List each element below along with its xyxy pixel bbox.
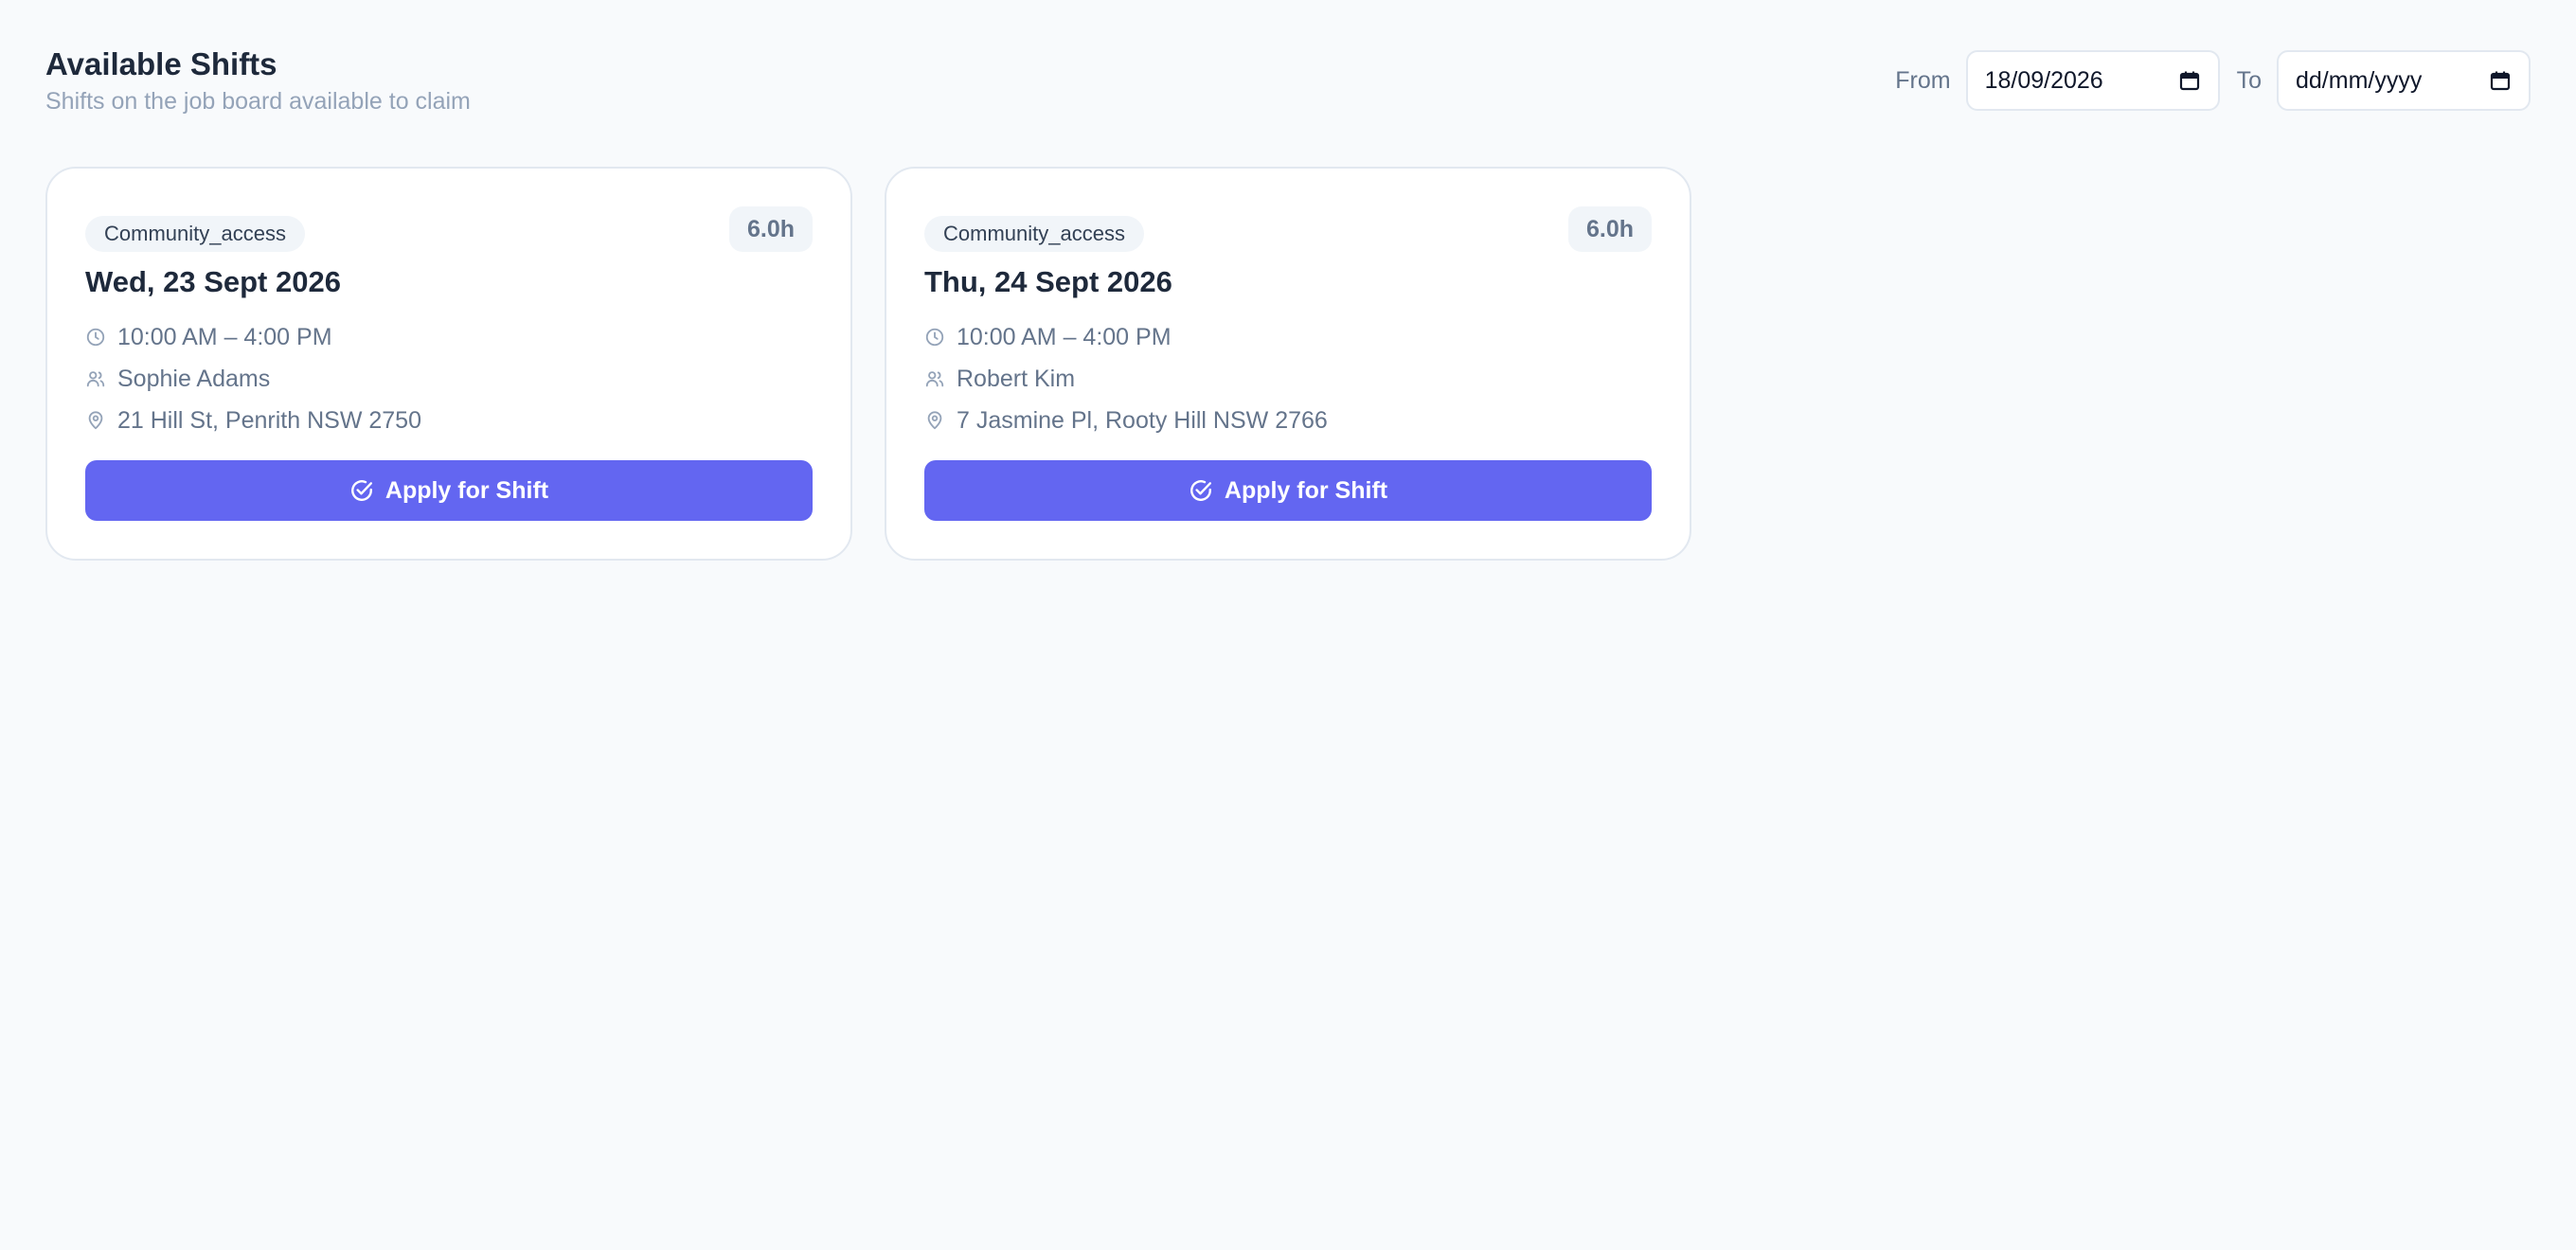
shift-date: Wed, 23 Sept 2026 xyxy=(85,265,341,298)
page: Available Shifts Shifts on the job board… xyxy=(0,0,2576,1250)
shift-type-badge: Community_access xyxy=(924,216,1144,252)
calendar-icon[interactable] xyxy=(2489,69,2512,92)
shift-address: 7 Jasmine Pl, Rooty Hill NSW 2766 xyxy=(957,406,1328,434)
apply-button-label: Apply for Shift xyxy=(385,476,549,504)
to-date-input[interactable]: dd/mm/yyyy xyxy=(2277,50,2531,111)
from-date-input[interactable]: 18/09/2026 xyxy=(1965,50,2220,111)
clock-icon xyxy=(925,328,944,347)
users-icon xyxy=(86,371,105,387)
from-label: From xyxy=(1895,67,1951,94)
page-subtitle: Shifts on the job board available to cla… xyxy=(45,88,471,115)
shift-details: 10:00 AM – 4:00 PM Sophie Adams 21 Hill … xyxy=(85,316,813,441)
map-pin-icon xyxy=(88,411,103,430)
shift-client-row: Sophie Adams xyxy=(85,358,813,400)
shift-client-row: Robert Kim xyxy=(924,358,1652,400)
from-date-value: 18/09/2026 xyxy=(1984,66,2103,94)
shift-details: 10:00 AM – 4:00 PM Robert Kim 7 Jasmine … xyxy=(924,316,1652,441)
shift-client: Sophie Adams xyxy=(117,365,271,392)
users-icon xyxy=(925,371,944,387)
shift-type-badge: Community_access xyxy=(85,216,305,252)
check-circle-icon xyxy=(1190,480,1211,501)
shift-client: Robert Kim xyxy=(957,365,1076,392)
clock-icon xyxy=(86,328,105,347)
apply-button-label: Apply for Shift xyxy=(1224,476,1388,504)
page-title: Available Shifts xyxy=(45,46,277,81)
date-range-filter: From 18/09/2026 To dd/mm/yyyy xyxy=(1895,50,2531,111)
to-date-value: dd/mm/yyyy xyxy=(2296,66,2423,94)
calendar-icon[interactable] xyxy=(2178,69,2201,92)
shift-hours-badge: 6.0h xyxy=(728,206,813,252)
page-header: Available Shifts Shifts on the job board… xyxy=(45,44,471,117)
shift-address: 21 Hill St, Penrith NSW 2750 xyxy=(117,406,421,434)
shift-date: Thu, 24 Sept 2026 xyxy=(924,265,1172,298)
shift-time-row: 10:00 AM – 4:00 PM xyxy=(85,316,813,358)
shift-hours-badge: 6.0h xyxy=(1567,206,1652,252)
shift-time: 10:00 AM – 4:00 PM xyxy=(957,323,1172,350)
apply-for-shift-button[interactable]: Apply for Shift xyxy=(85,460,813,521)
shift-time-row: 10:00 AM – 4:00 PM xyxy=(924,316,1652,358)
shift-location-row: 21 Hill St, Penrith NSW 2750 xyxy=(85,400,813,441)
map-pin-icon xyxy=(927,411,942,430)
shift-card: Community_access 6.0h Wed, 23 Sept 2026 … xyxy=(45,167,852,561)
check-circle-icon xyxy=(350,480,372,501)
apply-for-shift-button[interactable]: Apply for Shift xyxy=(924,460,1652,521)
shift-card-list: Community_access 6.0h Wed, 23 Sept 2026 … xyxy=(45,167,1691,561)
shift-location-row: 7 Jasmine Pl, Rooty Hill NSW 2766 xyxy=(924,400,1652,441)
shift-time: 10:00 AM – 4:00 PM xyxy=(117,323,332,350)
shift-card: Community_access 6.0h Thu, 24 Sept 2026 … xyxy=(885,167,1691,561)
to-label: To xyxy=(2236,67,2262,94)
